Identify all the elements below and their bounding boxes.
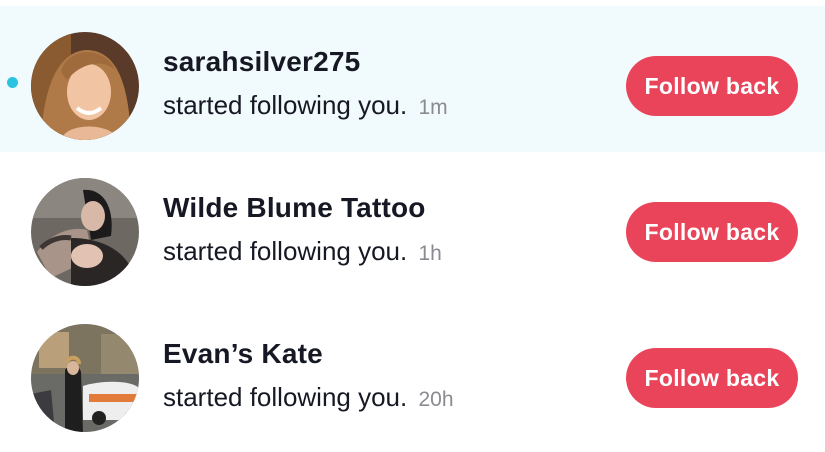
avatar[interactable] (31, 178, 139, 286)
timestamp: 1m (418, 96, 448, 119)
user-avatar-photo-icon (31, 324, 139, 432)
avatar[interactable] (31, 32, 139, 140)
notification-message: started following you. (163, 382, 408, 412)
follow-back-button[interactable]: Follow back (626, 348, 798, 408)
notification-list: sarahsilver275 started following you. 1m… (0, 0, 825, 452)
user-avatar-photo-icon (31, 32, 139, 140)
user-avatar-photo-icon (31, 178, 139, 286)
notification-row[interactable]: sarahsilver275 started following you. 1m… (0, 6, 825, 152)
notification-message: started following you. (163, 236, 408, 266)
username[interactable]: sarahsilver275 (163, 44, 448, 80)
follow-back-button[interactable]: Follow back (626, 202, 798, 262)
username[interactable]: Wilde Blume Tattoo (163, 190, 442, 226)
avatar[interactable] (31, 324, 139, 432)
username[interactable]: Evan’s Kate (163, 336, 454, 372)
notification-message: started following you. (163, 90, 408, 120)
follow-back-button[interactable]: Follow back (626, 56, 798, 116)
timestamp: 1h (418, 242, 442, 265)
unread-indicator (7, 77, 18, 88)
notification-row[interactable]: Evan’s Kate started following you. 20h F… (0, 298, 825, 444)
timestamp: 20h (418, 388, 454, 411)
notification-row[interactable]: Wilde Blume Tattoo started following you… (0, 152, 825, 298)
